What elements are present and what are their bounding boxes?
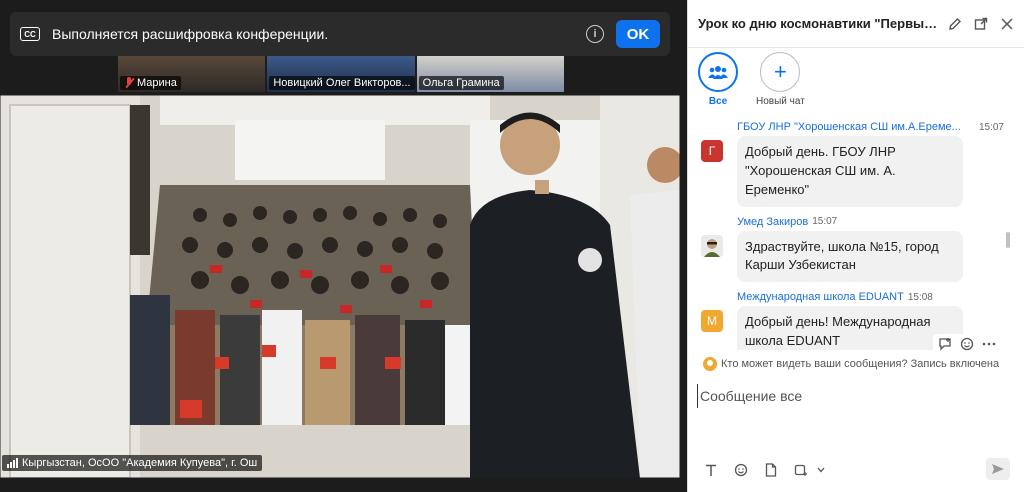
avatar: Г	[701, 140, 723, 162]
tab-new-chat[interactable]: + Новый чат	[756, 52, 805, 107]
video-participant-name: Кыргызстан, ОсОО "Академия Купуева", г. …	[22, 457, 258, 469]
privacy-text: Кто может видеть ваши сообщения? Запись …	[721, 358, 1000, 370]
app-root: Марина Новицкий Олег Викторов... Ольга Г…	[0, 0, 1024, 492]
message-bubble: Добрый день! Международная школа EDUANT	[737, 306, 963, 350]
message-sender[interactable]: Международная школа EDUANT	[737, 291, 904, 303]
message-time: 15:08	[907, 291, 933, 303]
screenshot-icon[interactable]	[793, 462, 809, 478]
message-sender[interactable]: ГБОУ ЛНР "Хорошенская СШ им.А.Ереме...	[737, 121, 961, 133]
transcription-banner: CC Выполняется расшифровка конференции. …	[10, 12, 670, 56]
privacy-notice[interactable]: Кто может видеть ваши сообщения? Запись …	[687, 354, 1024, 374]
message-header: ГБОУ ЛНР "Хорошенская СШ им.А.Ереме... 1…	[737, 118, 1012, 136]
chat-tabs: Все + Новый чат	[688, 48, 1024, 114]
video-participant-label: Кыргызстан, ОсОО "Академия Купуева", г. …	[2, 455, 263, 471]
message-actions	[933, 334, 1001, 354]
participant-name-tag: Новицкий Олег Викторов...	[269, 76, 415, 90]
avatar: M	[701, 310, 723, 333]
tab-new-chat-label: Новый чат	[756, 96, 805, 107]
participant-thumbnail[interactable]: Марина	[118, 54, 266, 92]
participant-name-tag: Ольга Грамина	[418, 76, 504, 90]
mic-muted-icon	[124, 77, 134, 89]
group-chat-icon	[698, 52, 738, 92]
chat-title: Урок ко дню космонавтики "Первые в...	[698, 16, 938, 31]
participant-name: Ольга Грамина	[422, 77, 500, 89]
participant-thumbnail[interactable]: Ольга Грамина	[416, 54, 564, 92]
text-format-icon[interactable]	[703, 462, 719, 478]
message-header: Международная школа EDUANT 15:08	[737, 288, 1012, 306]
reply-icon[interactable]	[937, 336, 953, 352]
user-privacy-icon	[703, 357, 717, 371]
message-bubble: Здраствуйте, школа №15, город Карши Узбе…	[737, 230, 963, 283]
participant-name: Марина	[137, 77, 177, 89]
participant-thumbnail[interactable]: Новицкий Олег Викторов...	[267, 54, 415, 92]
ok-button[interactable]: OK	[616, 20, 660, 48]
send-button[interactable]	[986, 458, 1010, 480]
chevron-down-icon[interactable]	[813, 462, 829, 478]
info-icon[interactable]: i	[586, 25, 604, 43]
participant-name: Новицкий Олег Викторов...	[273, 77, 411, 89]
chat-header: Урок ко дню космонавтики "Первые в...	[688, 0, 1024, 48]
file-icon[interactable]	[763, 462, 779, 478]
message-list: Г ГБОУ ЛНР "Хорошенская СШ им.А.Ереме...…	[688, 118, 1012, 350]
close-icon[interactable]	[998, 15, 1016, 33]
message-sender[interactable]: Умед Закиров	[737, 216, 808, 228]
transcription-banner-text: Выполняется расшифровка конференции.	[52, 26, 329, 42]
message-header: Умед Закиров 15:07	[737, 213, 1012, 231]
message-time: 15:07	[812, 216, 838, 228]
send-icon	[992, 464, 1004, 474]
emoji-reaction-icon[interactable]	[959, 336, 975, 352]
pop-out-icon[interactable]	[972, 15, 990, 33]
signal-strength-icon	[7, 458, 18, 468]
meeting-area: Марина Новицкий Олег Викторов... Ольга Г…	[0, 0, 686, 492]
chat-panel: Урок ко дню космонавтики "Первые в... Вс…	[687, 0, 1024, 492]
participant-name-tag: Марина	[120, 76, 181, 90]
tab-all[interactable]: Все	[698, 52, 738, 107]
message-time: 15:07	[978, 121, 1004, 133]
message-input[interactable]	[697, 384, 1017, 408]
video-frame-illustration	[0, 95, 680, 478]
chat-message: Умед Закиров 15:07 Здраствуйте, школа №1…	[688, 213, 1012, 283]
avatar	[701, 234, 723, 257]
main-video[interactable]: Кыргызстан, ОсОО "Академия Купуева", г. …	[0, 95, 680, 478]
more-options-icon[interactable]	[981, 336, 997, 352]
tab-all-label: Все	[708, 96, 728, 107]
edit-icon[interactable]	[946, 15, 964, 33]
composer-toolbar	[687, 456, 1024, 484]
closed-captions-icon: CC	[20, 27, 40, 41]
chat-scrollbar[interactable]	[1006, 232, 1010, 248]
plus-icon: +	[760, 52, 801, 92]
emoji-icon[interactable]	[733, 462, 749, 478]
message-bubble: Добрый день. ГБОУ ЛНР "Хорошенская СШ им…	[737, 136, 963, 207]
chat-message: Г ГБОУ ЛНР "Хорошенская СШ им.А.Ереме...…	[688, 118, 1012, 207]
participant-thumbnails: Марина Новицкий Олег Викторов... Ольга Г…	[118, 54, 564, 92]
